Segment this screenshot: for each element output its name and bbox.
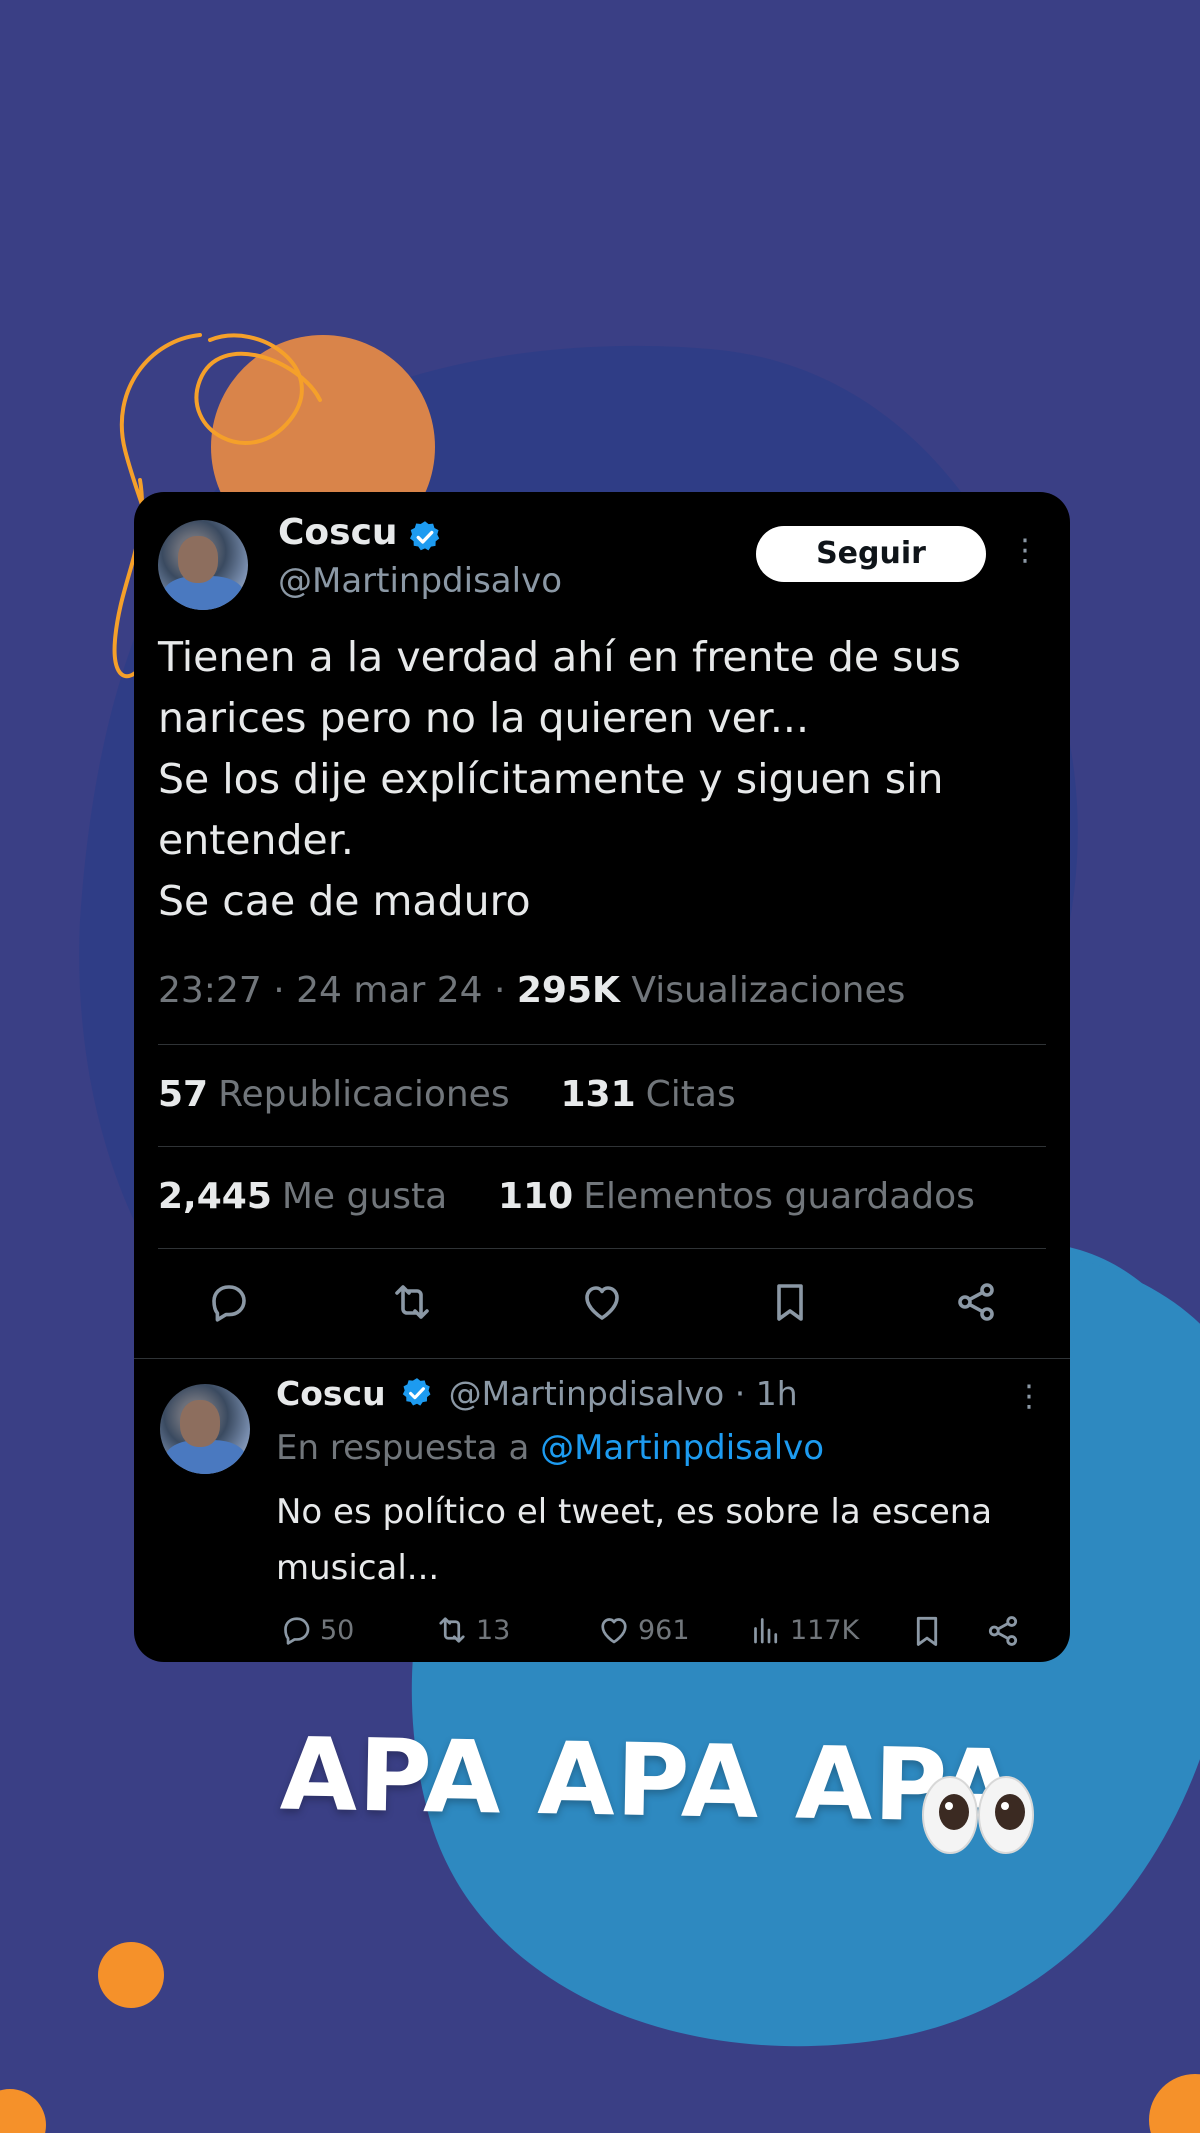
reposts-stat[interactable]: 57 Republicaciones <box>158 1074 510 1115</box>
reposts-count: 57 <box>158 1074 209 1115</box>
in-reply-mention-link[interactable]: @Martinpdisalvo <box>540 1428 824 1468</box>
views-label: Visualizaciones <box>631 970 906 1011</box>
tweet-time[interactable]: 23:27 <box>158 970 262 1011</box>
like-icon <box>601 1618 627 1644</box>
orange-dot-bottom-left <box>0 2089 46 2133</box>
follow-button[interactable]: Seguir <box>756 526 986 582</box>
reply-replies-count: 50 <box>320 1614 355 1646</box>
reply-header: Coscu @Martinpdisalvo · 1h <box>276 1374 798 1413</box>
eyes-emoji <box>922 1776 1034 1854</box>
reply-icon <box>284 1617 310 1645</box>
likes-stat[interactable]: 2,445 Me gusta <box>158 1176 447 1217</box>
tweet-date[interactable]: 24 mar 24 <box>296 970 482 1011</box>
more-options-icon[interactable]: ⋮ <box>1010 536 1040 566</box>
reply-author-avatar[interactable] <box>160 1384 250 1474</box>
in-reply-to: En respuesta a @Martinpdisalvo <box>276 1428 824 1468</box>
author-block: Coscu @Martinpdisalvo <box>278 512 562 601</box>
reply-reposts-count: 13 <box>476 1614 511 1646</box>
divider <box>158 1044 1046 1045</box>
quotes-count: 131 <box>560 1074 636 1115</box>
reply-more-options-icon[interactable]: ⋮ <box>1014 1382 1044 1412</box>
reply-replies-button[interactable]: 50 <box>278 1612 354 1648</box>
verified-badge-icon <box>402 1377 431 1406</box>
thread-divider <box>134 1358 1070 1359</box>
reply-text: No es político el tweet, es sobre la esc… <box>276 1492 993 1588</box>
quotes-stat[interactable]: 131 Citas <box>560 1074 735 1115</box>
bookmarks-stat[interactable]: 110 Elementos guardados <box>498 1176 975 1217</box>
bookmark-icon[interactable] <box>766 1278 814 1326</box>
views-count: 295K <box>516 970 620 1011</box>
author-avatar[interactable] <box>158 520 248 610</box>
share-icon[interactable] <box>952 1278 1000 1326</box>
reply-author-name[interactable]: Coscu <box>276 1374 386 1413</box>
divider <box>158 1248 1046 1249</box>
bookmarks-count: 110 <box>498 1176 574 1217</box>
reply-author-handle[interactable]: @Martinpdisalvo <box>449 1374 725 1413</box>
reposts-label: Republicaciones <box>218 1074 510 1115</box>
repost-icon <box>439 1617 465 1643</box>
quotes-label: Citas <box>645 1074 736 1115</box>
bookmarks-label: Elementos guardados <box>583 1176 975 1217</box>
verified-badge-icon <box>409 520 439 550</box>
reply-reposts-button[interactable]: 13 <box>434 1612 510 1648</box>
reply-views-count: 117K <box>790 1614 860 1646</box>
analytics-icon <box>754 1618 778 1644</box>
repost-stats: 57 Republicaciones 131 Citas <box>158 1074 736 1115</box>
in-reply-prefix: En respuesta a <box>276 1428 530 1468</box>
author-handle[interactable]: @Martinpdisalvo <box>278 561 562 601</box>
orange-dot-bottom-right <box>1149 2074 1200 2133</box>
reply-time[interactable]: 1h <box>756 1374 798 1413</box>
divider <box>158 1146 1046 1147</box>
reply-separator: · <box>734 1374 746 1413</box>
caption-text: APA APA APA <box>279 1715 1019 1846</box>
likes-count: 2,445 <box>158 1176 272 1217</box>
reply-icon[interactable] <box>204 1278 252 1326</box>
reply-bookmark-icon[interactable] <box>908 1612 946 1650</box>
reply-share-icon[interactable] <box>984 1612 1022 1650</box>
orange-dot <box>98 1942 164 2008</box>
repost-icon[interactable] <box>388 1278 436 1326</box>
reply-likes-count: 961 <box>638 1614 690 1646</box>
tweet-text: Tienen a la verdad ahí en frente de sus … <box>158 633 961 925</box>
like-icon[interactable] <box>578 1278 626 1326</box>
reply-views-button[interactable]: 117K <box>748 1612 859 1648</box>
tweet-card: Coscu @Martinpdisalvo Seguir ⋮ Tienen a … <box>134 492 1070 1662</box>
like-stats: 2,445 Me gusta 110 Elementos guardados <box>158 1176 975 1217</box>
likes-label: Me gusta <box>281 1176 448 1217</box>
reply-likes-button[interactable]: 961 <box>596 1612 690 1648</box>
tweet-meta: 23:27 · 24 mar 24 · 295K Visualizaciones <box>158 970 906 1011</box>
author-name[interactable]: Coscu <box>278 512 398 553</box>
